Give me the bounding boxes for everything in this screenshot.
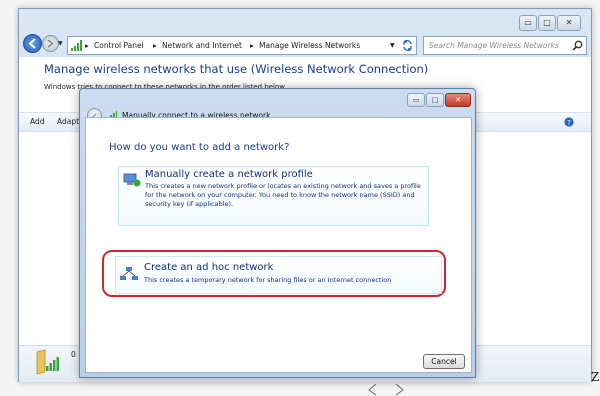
breadcrumb-separator-icon: ▸	[85, 41, 89, 50]
page-title: Manage wireless networks that use (Wirel…	[44, 62, 429, 76]
ad-hoc-network-icon	[120, 267, 138, 280]
search-icon[interactable]	[572, 40, 583, 51]
dialog-close-button[interactable]: ✕	[445, 93, 471, 107]
breadcrumb-separator-icon: ▸	[153, 41, 157, 50]
breadcrumb-network-internet[interactable]: Network and Internet	[162, 37, 242, 54]
breadcrumb-manage-wireless[interactable]: Manage Wireless Networks	[259, 37, 360, 54]
option-title: Manually create a network profile	[145, 169, 313, 180]
option-title: Create an ad hoc network	[144, 262, 274, 273]
help-icon[interactable]: ?	[564, 117, 574, 127]
dialog-question: How do you want to add a network?	[109, 142, 290, 153]
add-button[interactable]: Add	[30, 113, 45, 131]
dialog-body: How do you want to add a network? Manual…	[85, 117, 472, 373]
adapter-properties-button[interactable]: Adapt	[57, 113, 79, 131]
breadcrumb-control-panel[interactable]: Control Panel	[94, 37, 144, 54]
search-input[interactable]: Search Manage Wireless Networks	[423, 36, 587, 55]
back-arrow-icon	[28, 38, 36, 49]
forward-button[interactable]	[42, 35, 59, 52]
maximize-button[interactable]: □	[538, 15, 556, 31]
refresh-icon[interactable]	[402, 40, 413, 51]
address-dropdown-icon[interactable]: ▼	[390, 37, 395, 54]
manual-profile-option[interactable]: Manually create a network profile This c…	[118, 166, 429, 226]
network-folder-icon	[36, 349, 59, 375]
option-description: This creates a new network profile or lo…	[145, 182, 421, 208]
network-computer-icon	[123, 173, 141, 187]
resize-arrows-icon	[368, 383, 404, 396]
cancel-button[interactable]: Cancel	[423, 354, 465, 369]
dialog-minimize-button[interactable]: ▭	[407, 93, 425, 107]
network-signal-icon	[71, 40, 82, 51]
network-count: 0	[71, 350, 76, 359]
recent-pages-dropdown[interactable]: ▼	[58, 40, 63, 47]
svg-text:?: ?	[567, 119, 571, 127]
minimize-button[interactable]: ▭	[519, 15, 537, 31]
back-button[interactable]	[23, 34, 42, 53]
dialog-maximize-button[interactable]: □	[426, 93, 444, 107]
manual-connect-dialog: ▭ □ ✕ Manually connect to a wireless net…	[79, 88, 476, 378]
ad-hoc-network-option[interactable]: Create an ad hoc network This creates a …	[115, 256, 442, 294]
breadcrumb-separator-icon: ▸	[250, 41, 254, 50]
forward-arrow-icon	[47, 39, 54, 48]
close-button[interactable]: ✕	[557, 15, 581, 31]
option-description: This creates a temporary network for sha…	[144, 276, 392, 284]
stray-character: Z	[591, 370, 600, 384]
address-bar[interactable]: ▸ Control Panel ▸ Network and Internet ▸…	[67, 36, 417, 55]
